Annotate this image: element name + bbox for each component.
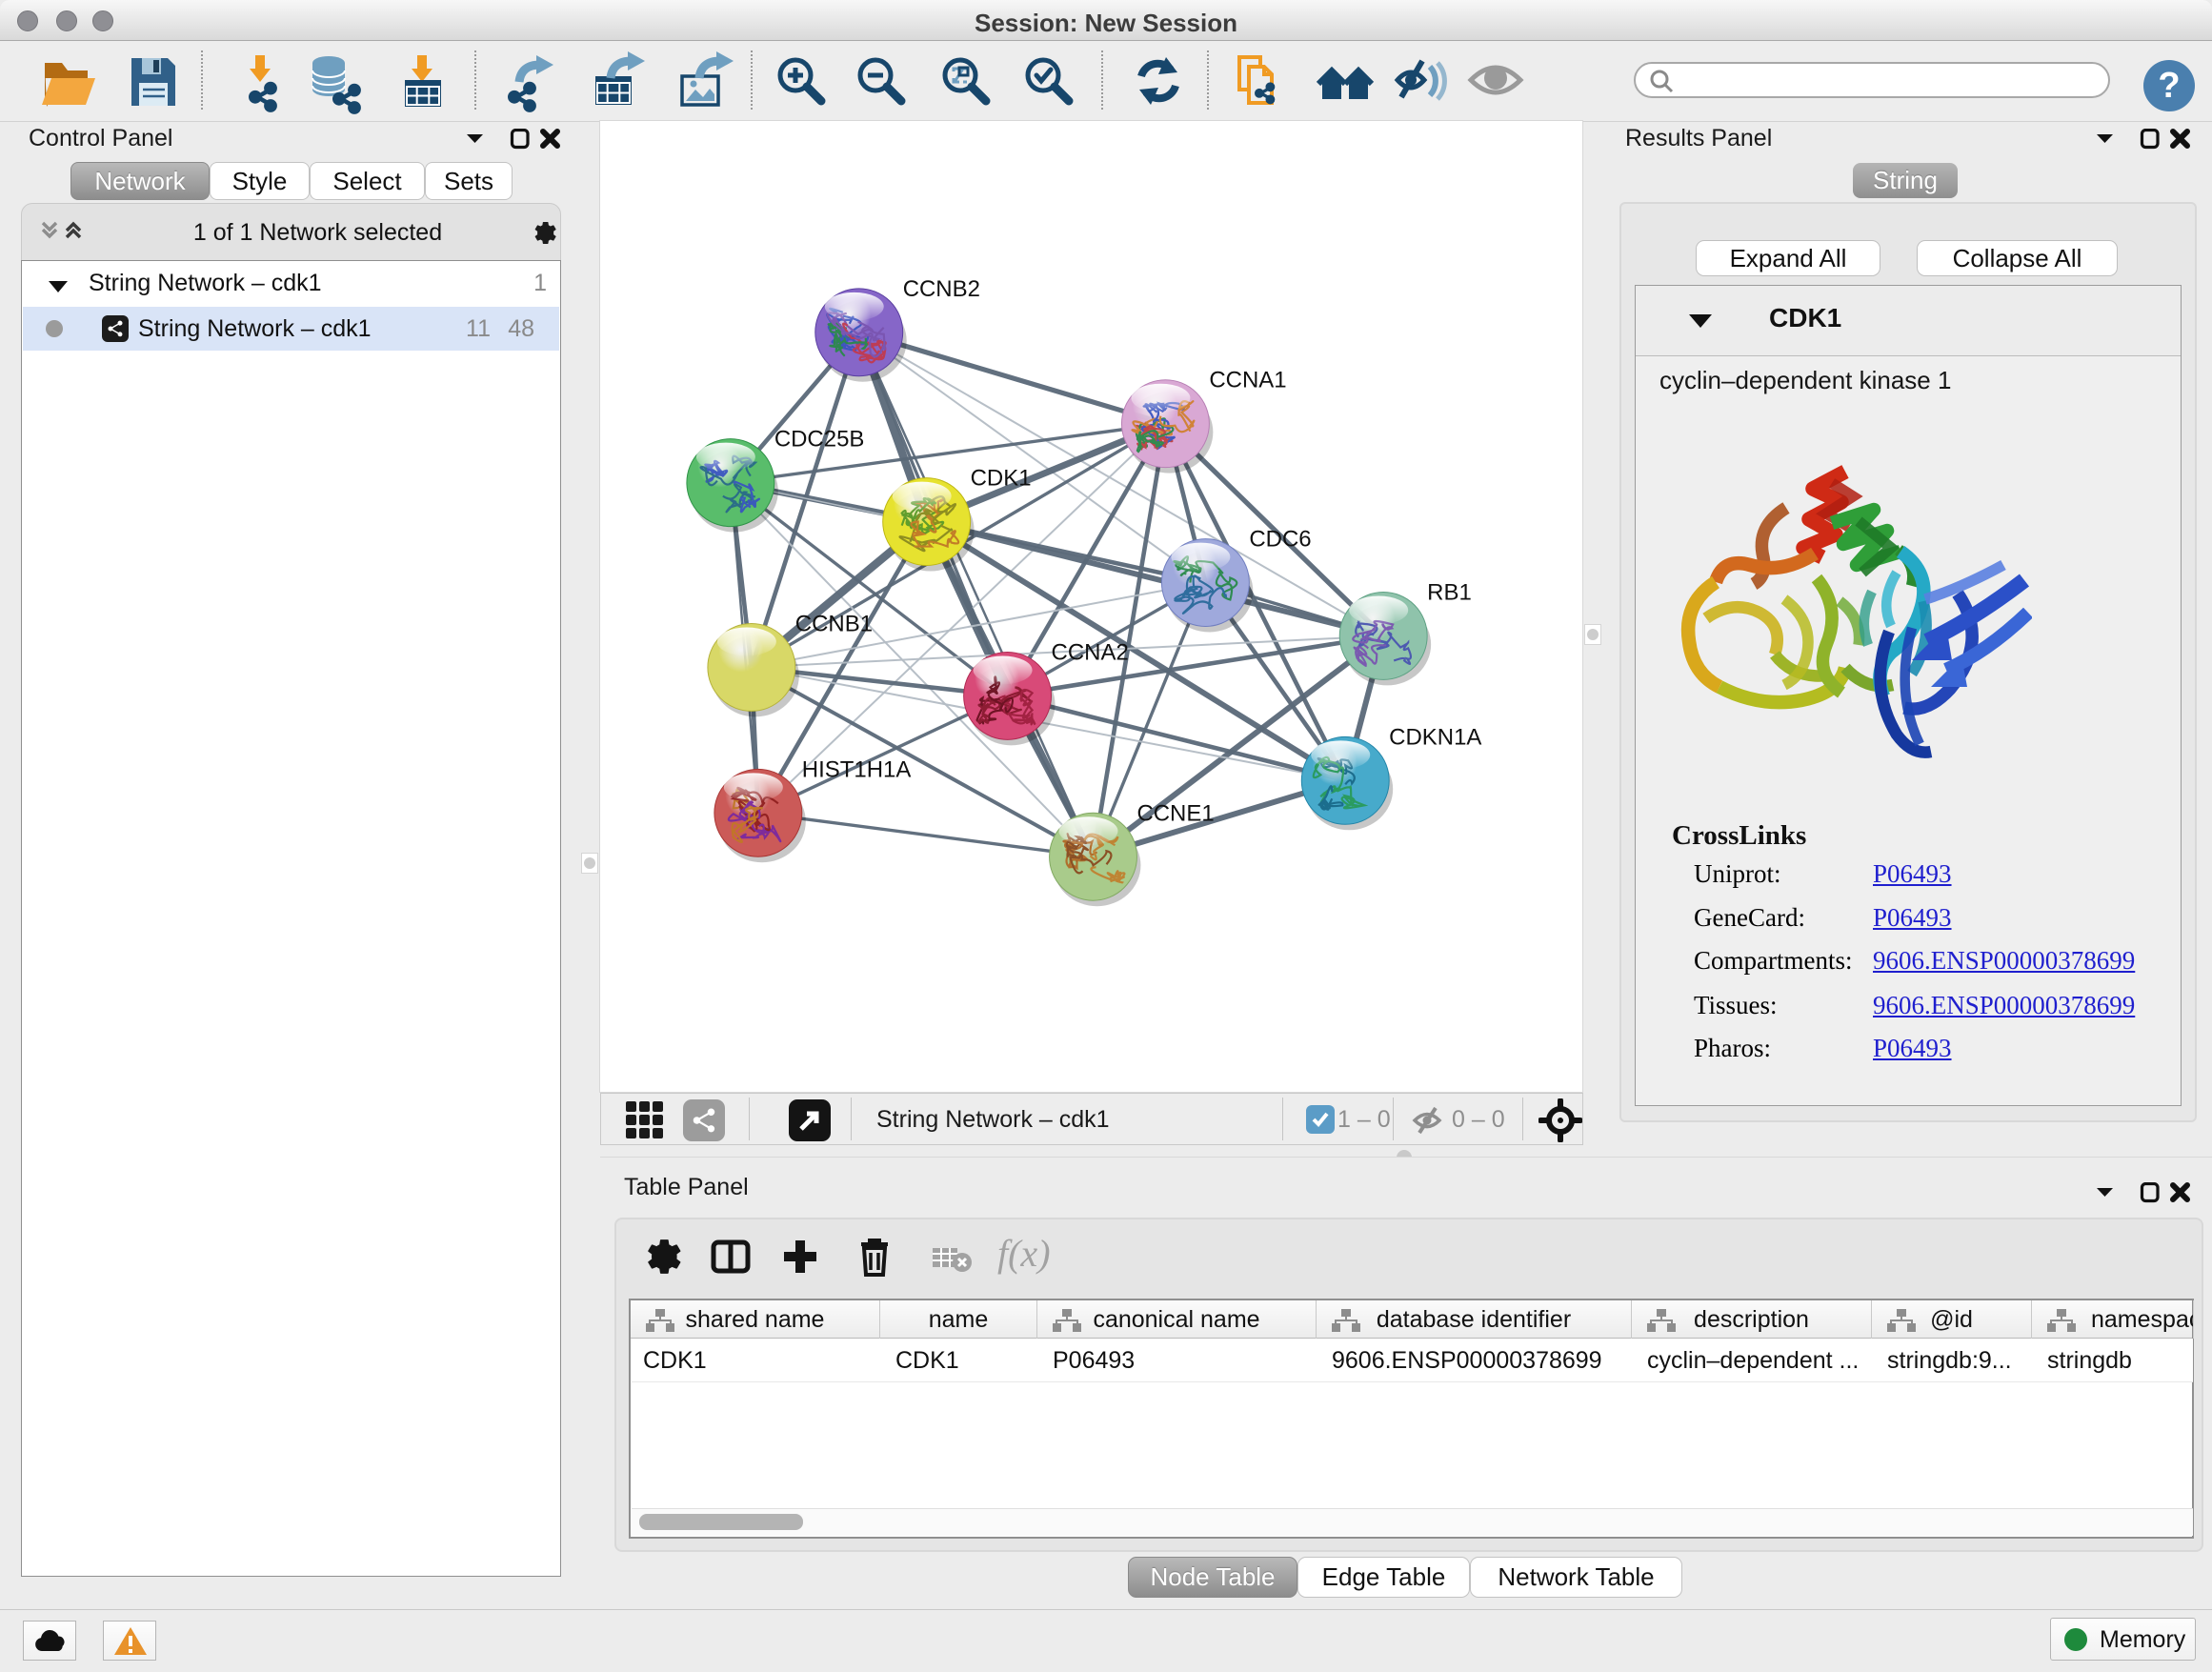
svg-text:CDKN1A: CDKN1A (1389, 724, 1481, 750)
svg-text:HIST1H1A: HIST1H1A (802, 756, 912, 782)
svg-text:CCNB1: CCNB1 (795, 611, 873, 636)
svg-text:CDK1: CDK1 (971, 466, 1032, 492)
svg-text:CDC25B: CDC25B (774, 427, 865, 453)
svg-text:CCNA1: CCNA1 (1209, 368, 1286, 393)
svg-text:CCNA2: CCNA2 (1052, 639, 1129, 665)
svg-text:CCNB2: CCNB2 (903, 276, 980, 302)
svg-text:CCNE1: CCNE1 (1136, 800, 1214, 826)
svg-text:RB1: RB1 (1427, 580, 1472, 606)
svg-text:CDC6: CDC6 (1249, 527, 1311, 553)
